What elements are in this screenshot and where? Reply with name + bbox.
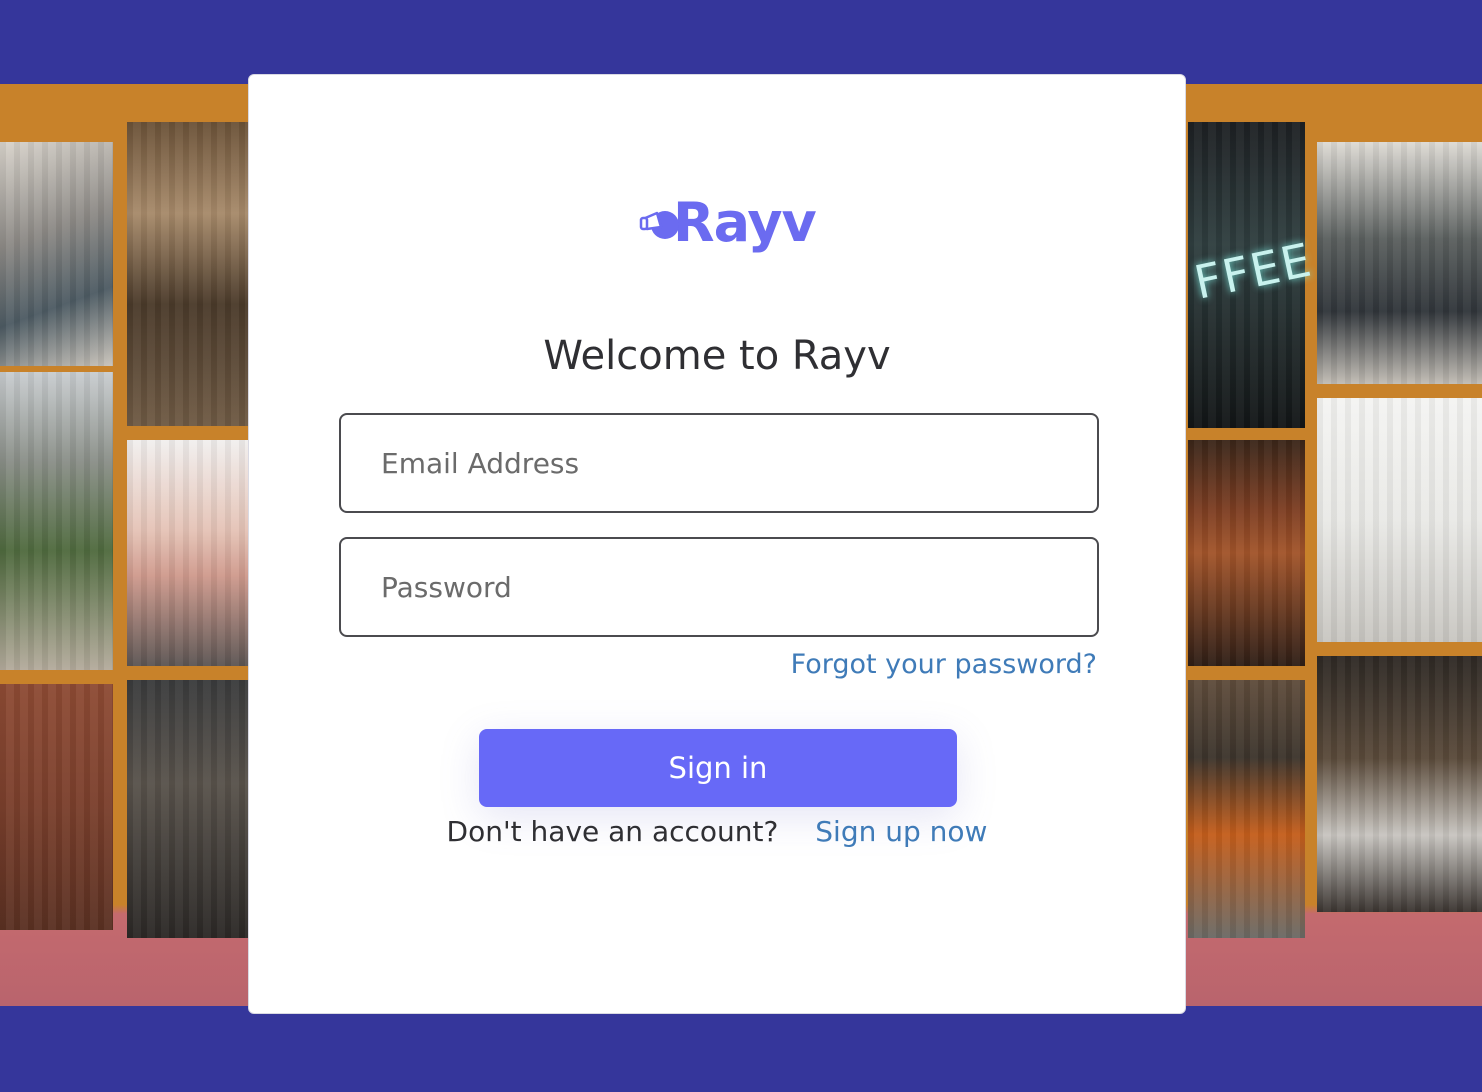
password-field[interactable] bbox=[339, 537, 1099, 637]
forgot-password-link[interactable]: Forgot your password? bbox=[791, 649, 1097, 680]
email-input[interactable] bbox=[341, 415, 1097, 511]
photo-shop-shelves bbox=[127, 122, 248, 426]
brand-name: Rayv bbox=[673, 191, 817, 254]
signup-link[interactable]: Sign up now bbox=[815, 815, 987, 848]
email-field[interactable] bbox=[339, 413, 1099, 513]
login-card: Rayv Welcome to Rayv Forgot your passwor… bbox=[248, 74, 1186, 1014]
password-input[interactable] bbox=[341, 539, 1097, 635]
signin-button-wrapper: Sign in bbox=[479, 729, 957, 807]
signin-button[interactable]: Sign in bbox=[479, 729, 957, 807]
photo-plant-storefront bbox=[0, 372, 113, 670]
photo-cafe-counter bbox=[1317, 398, 1482, 642]
photo-mosaic-lamps bbox=[1188, 440, 1305, 666]
photo-lanterns bbox=[0, 142, 113, 366]
megaphone-icon bbox=[639, 203, 679, 243]
photo-pumpkin-market bbox=[1188, 680, 1305, 938]
page-title: Welcome to Rayv bbox=[543, 333, 891, 379]
photo-brick-shoe-store bbox=[0, 684, 113, 930]
photo-cafe-exterior bbox=[1317, 142, 1482, 384]
photo-ottomanelli-storefront bbox=[127, 680, 248, 938]
no-account-text: Don't have an account? bbox=[446, 815, 779, 848]
photo-candy-storefront bbox=[127, 440, 248, 666]
photo-boutique-interior bbox=[1317, 656, 1482, 912]
brand-logo: Rayv bbox=[639, 187, 817, 259]
signup-prompt: Don't have an account? Sign up now bbox=[249, 815, 1185, 848]
